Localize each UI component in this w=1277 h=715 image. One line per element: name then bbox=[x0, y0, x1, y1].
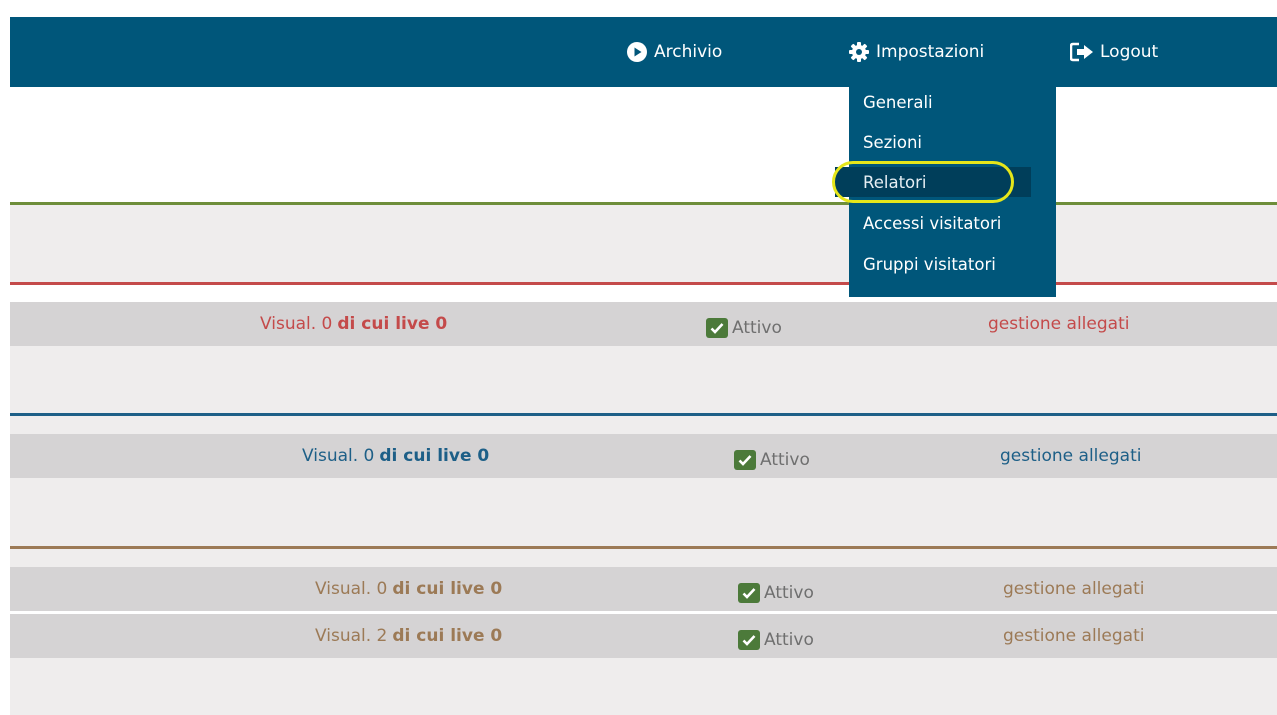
visual-count-label: Visual. 0 bbox=[315, 579, 388, 599]
gestione-allegati-link[interactable]: gestione allegati bbox=[1003, 567, 1144, 611]
row-spacer-band bbox=[10, 346, 1277, 413]
gestione-allegati-label: gestione allegati bbox=[988, 314, 1130, 334]
table-row: Visual. 2 di cui live 0 Attivo gestione … bbox=[10, 614, 1277, 658]
dropdown-item-label: Gruppi visitatori bbox=[863, 254, 996, 274]
row-spacer-band bbox=[10, 416, 1277, 434]
checkbox-checked-icon bbox=[734, 450, 756, 470]
status-label: Attivo bbox=[764, 583, 814, 603]
gestione-allegati-link[interactable]: gestione allegati bbox=[988, 302, 1129, 346]
play-circle-icon bbox=[627, 42, 647, 62]
status-label: Attivo bbox=[760, 450, 810, 470]
visual-count: Visual. 0 di cui live 0 bbox=[302, 434, 489, 478]
impostazioni-dropdown: Generali Sezioni Relatori Accessi visita… bbox=[832, 87, 1056, 297]
gestione-allegati-label: gestione allegati bbox=[1000, 446, 1142, 466]
dropdown-item-label: Relatori bbox=[863, 172, 927, 192]
table-row: Visual. 0 di cui live 0 Attivo gestione … bbox=[10, 567, 1277, 611]
dropdown-item-generali[interactable]: Generali bbox=[863, 87, 933, 117]
visual-count-label: Visual. 0 bbox=[302, 446, 375, 466]
nav-archivio-label: Archivio bbox=[654, 42, 723, 62]
live-count: di cui live 0 bbox=[379, 446, 490, 466]
gestione-allegati-label: gestione allegati bbox=[1003, 626, 1145, 646]
nav-impostazioni-label: Impostazioni bbox=[876, 42, 985, 62]
live-count: di cui live 0 bbox=[392, 579, 503, 599]
status-toggle[interactable]: Attivo bbox=[738, 618, 814, 662]
gear-icon bbox=[849, 42, 869, 62]
visual-count: Visual. 0 di cui live 0 bbox=[315, 567, 502, 611]
dropdown-item-gruppi-visitatori[interactable]: Gruppi visitatori bbox=[863, 249, 996, 279]
dropdown-item-label: Accessi visitatori bbox=[863, 213, 1002, 233]
section-divider bbox=[10, 282, 1277, 285]
dropdown-item-relatori[interactable]: Relatori bbox=[835, 167, 1031, 197]
visual-count-label: Visual. 2 bbox=[315, 626, 388, 646]
dropdown-item-accessi-visitatori[interactable]: Accessi visitatori bbox=[863, 208, 1001, 238]
gestione-allegati-link[interactable]: gestione allegati bbox=[1000, 434, 1141, 478]
checkbox-checked-icon bbox=[738, 630, 760, 650]
status-toggle[interactable]: Attivo bbox=[738, 571, 814, 615]
top-navbar: Archivio Impostazioni Logout bbox=[10, 17, 1277, 87]
live-count: di cui live 0 bbox=[392, 626, 503, 646]
visual-count: Visual. 2 di cui live 0 bbox=[315, 614, 502, 658]
nav-logout[interactable]: Logout bbox=[1070, 17, 1158, 87]
row-spacer-band bbox=[10, 478, 1277, 546]
dropdown-item-label: Generali bbox=[863, 92, 933, 112]
row-spacer-band bbox=[10, 549, 1277, 567]
logout-icon bbox=[1070, 42, 1093, 62]
dropdown-item-sezioni[interactable]: Sezioni bbox=[863, 127, 922, 157]
dropdown-item-label: Sezioni bbox=[863, 132, 923, 152]
nav-archivio[interactable]: Archivio bbox=[626, 17, 722, 87]
section-header-band bbox=[10, 205, 1277, 282]
status-label: Attivo bbox=[732, 318, 782, 338]
table-row: Visual. 0 di cui live 0 Attivo gestione … bbox=[10, 302, 1277, 346]
status-label: Attivo bbox=[764, 630, 814, 650]
status-toggle[interactable]: Attivo bbox=[706, 306, 782, 350]
row-spacer-band bbox=[10, 658, 1277, 715]
status-toggle[interactable]: Attivo bbox=[734, 438, 810, 482]
checkbox-checked-icon bbox=[706, 318, 728, 338]
checkbox-checked-icon bbox=[738, 583, 760, 603]
gestione-allegati-link[interactable]: gestione allegati bbox=[1003, 614, 1144, 658]
nav-logout-label: Logout bbox=[1100, 42, 1159, 62]
live-count: di cui live 0 bbox=[337, 314, 448, 334]
table-row: Visual. 0 di cui live 0 Attivo gestione … bbox=[10, 434, 1277, 478]
gestione-allegati-label: gestione allegati bbox=[1003, 579, 1145, 599]
visual-count-label: Visual. 0 bbox=[260, 314, 333, 334]
nav-impostazioni[interactable]: Impostazioni bbox=[848, 17, 984, 87]
visual-count: Visual. 0 di cui live 0 bbox=[260, 302, 447, 346]
